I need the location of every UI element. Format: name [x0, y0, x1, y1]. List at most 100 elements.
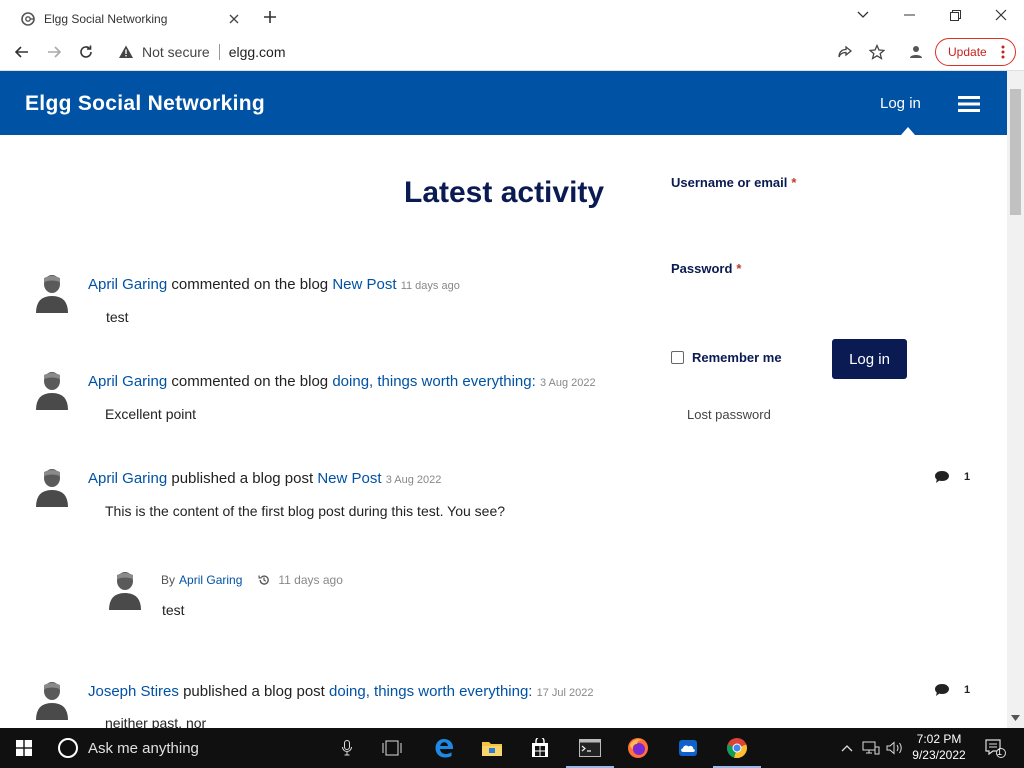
activity-body: This is the content of the first blog po… — [105, 503, 506, 519]
activity-time: 3 Aug 2022 — [539, 377, 596, 389]
comment-count-value: 1 — [964, 471, 971, 483]
avatar-icon[interactable] — [34, 370, 70, 410]
activity-verb: published a blog post — [171, 470, 314, 487]
history-icon — [258, 575, 270, 585]
target-link[interactable]: New Post — [332, 276, 396, 293]
tab-strip: Elgg Social Networking — [0, 0, 1024, 34]
comment-author-link[interactable]: April Garing — [179, 573, 242, 587]
avatar-icon[interactable] — [34, 680, 70, 720]
activity-verb: commented on the blog — [171, 373, 329, 390]
remember-me-checkbox[interactable]: Remember me — [671, 350, 782, 365]
required-mark: * — [736, 261, 742, 276]
comment-byline: By April Garing 11 days ago — [161, 573, 343, 587]
cloud-app-icon[interactable] — [664, 728, 712, 768]
comment-count[interactable]: 1 — [934, 683, 970, 697]
target-link[interactable]: doing, things worth everything: — [332, 373, 535, 390]
actor-link[interactable]: April Garing — [88, 373, 167, 390]
activity-verb: commented on the blog — [171, 276, 329, 293]
comment-count-value: 1 — [964, 684, 971, 696]
username-label-text: Username or email — [671, 175, 788, 190]
search-placeholder: Ask me anything — [88, 739, 199, 757]
activity-time: 3 Aug 2022 — [385, 474, 442, 486]
reload-icon[interactable] — [72, 38, 100, 66]
clock-time: 7:02 PM — [916, 732, 962, 746]
checkbox-box[interactable] — [671, 351, 684, 364]
profile-icon[interactable] — [904, 40, 928, 64]
new-tab-icon[interactable] — [258, 6, 282, 28]
taskbar-search[interactable]: Ask me anything — [48, 728, 334, 768]
volume-icon[interactable] — [884, 728, 906, 768]
actor-link[interactable]: April Garing — [88, 276, 167, 293]
login-button[interactable]: Log in — [832, 339, 907, 379]
login-caret — [901, 127, 915, 135]
firefox-icon[interactable] — [614, 728, 662, 768]
update-button[interactable]: Update — [935, 38, 1016, 66]
comment-body: test — [162, 602, 185, 618]
bookmark-star-icon[interactable] — [865, 40, 889, 64]
site-title-link[interactable]: Elgg Social Networking — [25, 92, 265, 116]
task-view-icon[interactable] — [368, 728, 416, 768]
password-field[interactable] — [671, 286, 971, 318]
hamburger-menu-icon[interactable] — [958, 95, 980, 113]
elgg-favicon-icon — [21, 11, 35, 26]
avatar-icon[interactable] — [34, 467, 70, 507]
comment-count[interactable]: 1 — [934, 470, 970, 484]
file-explorer-icon[interactable] — [468, 728, 516, 768]
username-field[interactable] — [671, 200, 971, 232]
tab-close-icon[interactable] — [224, 9, 244, 29]
activity-summary: April Garing published a blog post New P… — [88, 470, 441, 487]
scrollbar-thumb[interactable] — [1010, 89, 1021, 215]
back-arrow-icon[interactable] — [8, 38, 36, 66]
microphone-icon[interactable] — [323, 728, 371, 768]
remember-me-label: Remember me — [692, 350, 782, 365]
activity-time: 17 Jul 2022 — [536, 687, 594, 699]
target-link[interactable]: doing, things worth everything: — [329, 683, 532, 700]
warning-triangle-icon — [119, 45, 133, 58]
header-login-link[interactable]: Log in — [880, 95, 921, 112]
avatar-icon[interactable] — [107, 570, 143, 610]
required-mark: * — [791, 175, 797, 190]
tab-search-chevron-icon[interactable] — [840, 2, 886, 28]
tray-chevron-icon[interactable] — [838, 728, 856, 768]
forward-arrow-icon[interactable] — [40, 38, 68, 66]
action-center-icon[interactable]: 1 — [980, 728, 1010, 768]
comment-bubble-icon — [935, 684, 949, 696]
address-bar[interactable]: Not secure elgg.com — [108, 37, 828, 67]
minimize-icon[interactable] — [886, 2, 932, 28]
by-prefix: By — [161, 573, 176, 587]
username-label: Username or email * — [671, 175, 796, 190]
page-scrollbar[interactable] — [1007, 71, 1024, 728]
site-header: Elgg Social Networking Log in — [0, 71, 1007, 135]
activity-summary: April Garing commented on the blog New P… — [88, 276, 460, 293]
url-text[interactable]: elgg.com — [229, 44, 286, 60]
close-window-icon[interactable] — [978, 2, 1024, 28]
target-link[interactable]: New Post — [317, 470, 381, 487]
comment-bubble-icon — [935, 471, 949, 483]
browser-tab[interactable]: Elgg Social Networking — [12, 3, 248, 34]
activity-time: 11 days ago — [400, 280, 460, 292]
activity-summary: Joseph Stires published a blog post doin… — [88, 683, 594, 700]
system-clock[interactable]: 7:02 PM 9/23/2022 — [908, 731, 970, 763]
store-icon[interactable] — [516, 728, 564, 768]
activity-body: Excellent point — [105, 406, 197, 422]
actor-link[interactable]: Joseph Stires — [88, 683, 179, 700]
avatar-icon[interactable] — [34, 273, 70, 313]
comment-time: 11 days ago — [278, 573, 343, 587]
edge-icon[interactable] — [420, 728, 468, 768]
scroll-down-arrow-icon[interactable] — [1011, 715, 1020, 721]
omnibox-divider — [218, 44, 220, 60]
share-icon[interactable] — [833, 40, 857, 64]
terminal-icon[interactable] — [566, 728, 614, 768]
chrome-icon[interactable] — [713, 728, 761, 768]
clock-date: 9/23/2022 — [912, 748, 966, 762]
tab-title: Elgg Social Networking — [44, 11, 168, 26]
windows-start-icon[interactable] — [0, 728, 48, 768]
restore-icon[interactable] — [932, 2, 978, 28]
lost-password-link[interactable]: Lost password — [687, 407, 771, 422]
cortana-icon — [58, 738, 78, 758]
actor-link[interactable]: April Garing — [88, 470, 167, 487]
network-icon[interactable] — [860, 728, 882, 768]
page-title: Latest activity — [404, 176, 605, 209]
activity-summary: April Garing commented on the blog doing… — [88, 373, 596, 390]
password-label-text: Password — [671, 261, 733, 276]
